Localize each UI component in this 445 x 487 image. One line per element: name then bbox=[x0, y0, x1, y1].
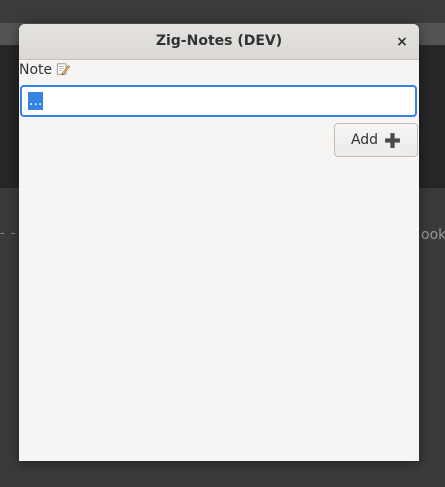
dialog-title: Zig-Notes (DEV) bbox=[155, 33, 283, 49]
background-partial-text: ook bbox=[421, 227, 445, 243]
close-button[interactable]: × bbox=[391, 31, 413, 53]
background-top-strip bbox=[0, 0, 445, 23]
note-input-value: ... bbox=[28, 92, 44, 110]
note-label-text: Note bbox=[19, 62, 53, 78]
add-button[interactable]: Add bbox=[334, 123, 418, 157]
note-input[interactable]: ... bbox=[20, 85, 417, 117]
dialog-titlebar[interactable]: Zig-Notes (DEV) × bbox=[19, 24, 419, 60]
memo-icon bbox=[57, 63, 71, 76]
note-dialog: Zig-Notes (DEV) × Note ... Add bbox=[19, 24, 419, 461]
add-button-label: Add bbox=[350, 132, 379, 148]
close-icon: × bbox=[396, 34, 408, 50]
note-label: Note bbox=[19, 62, 71, 78]
plus-icon bbox=[385, 132, 400, 148]
